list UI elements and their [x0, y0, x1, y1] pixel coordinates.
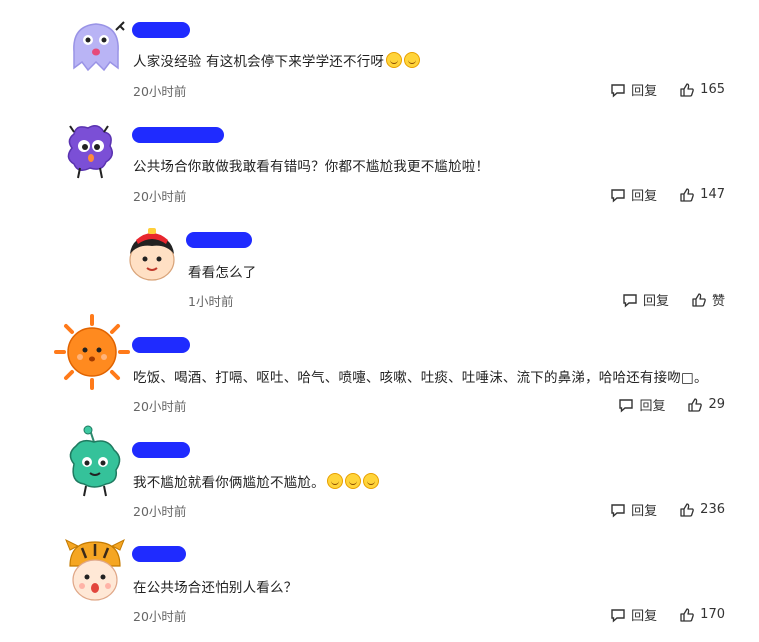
smile-emoji [386, 52, 403, 68]
comment-actions: 回复 165 [610, 80, 725, 99]
like-count: 165 [700, 82, 725, 97]
laugh-cry-emoji [362, 473, 379, 489]
like-count: 170 [700, 607, 725, 622]
reply-label: 回复 [639, 399, 666, 414]
thumbs-up-icon [680, 187, 694, 202]
like-button[interactable]: 170 [679, 607, 725, 623]
ghost-avatar[interactable] [64, 12, 128, 76]
thumbs-up-icon [680, 82, 694, 97]
thumbs-up-icon [692, 292, 706, 307]
reply-label: 回复 [642, 294, 669, 309]
comment-bubble-icon [611, 503, 625, 518]
reply-button[interactable]: 回复 [610, 605, 657, 624]
like-button[interactable]: 147 [679, 187, 725, 203]
comment-bubble-icon [611, 188, 625, 203]
thumbs-up-icon [688, 397, 703, 412]
comment-bubble-icon [623, 293, 637, 308]
comment-time: 20小时前 [133, 504, 187, 519]
comment-time: 20小时前 [133, 609, 187, 624]
laugh-cry-emoji [344, 473, 361, 489]
redacted-username[interactable] [132, 337, 190, 353]
like-button[interactable]: 165 [679, 82, 725, 98]
reply-button[interactable]: 回复 [610, 80, 657, 99]
reply-button[interactable]: 回复 [610, 185, 657, 204]
reply-label: 回复 [631, 84, 658, 99]
redacted-username[interactable] [132, 22, 190, 38]
comment-text: 我不尴尬就看你俩尴尬不尴尬。 [133, 471, 379, 491]
tiger-hat-avatar[interactable] [62, 536, 128, 606]
thumbs-up-icon [680, 607, 694, 622]
comment-actions: 回复 236 [610, 500, 725, 519]
redacted-username[interactable] [132, 546, 186, 562]
laugh-cry-emoji [326, 473, 343, 489]
comment-actions: 回复 147 [610, 185, 725, 204]
like-button[interactable]: 29 [687, 397, 725, 413]
comment-text: 吃饭、喝酒、打嗝、呕吐、哈气、喷嚏、咳嗽、吐痰、吐唾沫、流下的鼻涕，哈哈还有接吻… [133, 370, 708, 386]
like-count: 147 [700, 187, 725, 202]
like-button[interactable]: 赞 [691, 290, 725, 309]
comment-time: 20小时前 [133, 84, 187, 99]
comment-actions: 回复 29 [618, 395, 725, 414]
comment-bubble-icon [611, 83, 625, 98]
comment-bubble-icon [611, 608, 625, 623]
redacted-username[interactable] [132, 442, 190, 458]
comment-time: 20小时前 [133, 399, 187, 414]
like-button[interactable]: 236 [679, 502, 725, 518]
reply-button[interactable]: 回复 [610, 500, 657, 519]
comment-text: 人家没经验 有这机会停下来学学还不行呀 [133, 50, 421, 70]
thumbs-up-icon [680, 502, 694, 517]
comment-time: 1小时前 [188, 294, 234, 309]
reply-label: 回复 [631, 189, 658, 204]
comment-text: 看看怎么了 [188, 265, 257, 281]
reply-button[interactable]: 回复 [622, 290, 669, 309]
boy-avatar[interactable] [120, 222, 184, 286]
grin-emoji [404, 52, 421, 68]
comment-text: 公共场合你敢做我敢看有错吗？你都不尴尬我更不尴尬啦！ [133, 159, 490, 175]
like-count: 29 [708, 397, 725, 412]
reply-label: 回复 [631, 609, 658, 624]
comment-text: 在公共场合还怕别人看么？ [133, 580, 298, 596]
comment-time: 20小时前 [133, 189, 187, 204]
green-monster-avatar[interactable] [60, 424, 128, 500]
comment-actions: 回复 170 [610, 605, 725, 624]
reply-button[interactable]: 回复 [618, 395, 665, 414]
comment-bubble-icon [619, 398, 634, 413]
like-count: 236 [700, 502, 725, 517]
redacted-username[interactable] [132, 127, 224, 143]
sun-avatar[interactable] [52, 312, 132, 392]
reply-label: 回复 [631, 504, 658, 519]
comment-actions: 回复 赞 [622, 290, 725, 309]
redacted-username[interactable] [186, 232, 252, 248]
purple-monster-avatar[interactable] [58, 118, 122, 182]
like-count: 赞 [711, 294, 725, 309]
